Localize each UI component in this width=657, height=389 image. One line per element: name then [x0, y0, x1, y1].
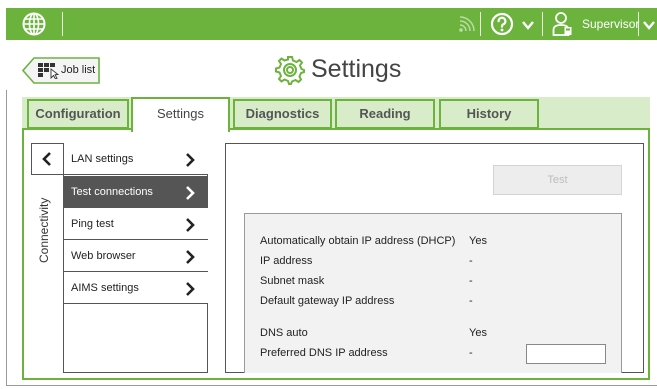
preferred-dns-value: - — [469, 347, 473, 359]
sidebar-item-label: Test connections — [71, 186, 153, 198]
dhcp-label: Automatically obtain IP address (DHCP) — [260, 235, 456, 247]
tab-settings[interactable]: Settings — [131, 97, 230, 132]
default-gateway-value: - — [469, 295, 473, 307]
divider — [542, 12, 543, 36]
divider — [638, 12, 639, 36]
top-bar: Supervisor — [6, 8, 657, 40]
job-list-icon — [38, 63, 60, 79]
chevron-right-icon — [186, 186, 195, 200]
preferred-dns-input[interactable] — [526, 344, 606, 364]
sidebar-item-label: Web browser — [71, 250, 136, 262]
user-icon — [552, 12, 572, 36]
sidebar-item-web-browser[interactable]: Web browser — [64, 240, 208, 272]
chevron-right-icon — [186, 282, 195, 296]
sidebar-item-lan-settings[interactable]: LAN settings — [64, 143, 208, 175]
sidebar-item-label: LAN settings — [71, 153, 134, 165]
dns-auto-label: DNS auto — [260, 327, 308, 339]
help-icon[interactable] — [490, 12, 514, 36]
globe-icon[interactable] — [22, 12, 46, 36]
sidebar-item-label: Ping test — [71, 218, 114, 230]
chevron-down-icon[interactable] — [521, 18, 535, 32]
sidebar-item-test-connections[interactable]: Test connections — [64, 176, 208, 208]
sidebar-item-ping-test[interactable]: Ping test — [64, 208, 208, 240]
divider — [480, 12, 481, 36]
subnet-mask-value: - — [469, 275, 473, 287]
gear-icon — [275, 56, 305, 85]
section-label: Connectivity — [37, 185, 57, 265]
menu-back-button[interactable] — [31, 143, 64, 175]
dhcp-value: Yes — [469, 235, 487, 247]
section-label-text: Connectivity — [37, 197, 51, 263]
chevron-right-icon — [186, 153, 195, 167]
chevron-down-icon[interactable] — [642, 18, 656, 32]
divider — [62, 12, 63, 36]
dns-auto-value: Yes — [469, 327, 487, 339]
subnet-mask-label: Subnet mask — [260, 275, 325, 287]
sidebar-item-label: AIMS settings — [71, 282, 139, 294]
default-gateway-label: Default gateway IP address — [260, 295, 395, 307]
test-button[interactable]: Test — [493, 165, 622, 195]
page-title: Settings — [311, 55, 402, 83]
user-label[interactable]: Supervisor — [582, 17, 639, 31]
wifi-icon — [459, 16, 475, 32]
preferred-dns-label: Preferred DNS IP address — [260, 347, 388, 359]
ip-address-value: - — [469, 255, 473, 267]
job-list-label: Job list — [61, 64, 96, 76]
ip-address-label: IP address — [260, 255, 313, 267]
chevron-left-icon — [42, 152, 51, 166]
chevron-right-icon — [186, 250, 195, 264]
job-list-button[interactable]: Job list — [22, 57, 100, 84]
chevron-right-icon — [186, 218, 195, 232]
sidebar-item-aims-settings[interactable]: AIMS settings — [64, 272, 208, 304]
